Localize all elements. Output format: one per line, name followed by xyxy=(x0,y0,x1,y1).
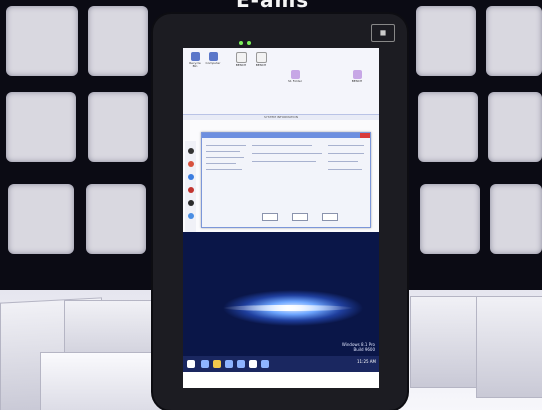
icon-label: Computer xyxy=(205,61,221,65)
wall-panel xyxy=(486,6,542,76)
os-watermark: Windows 8.1 Pro Build 9600 xyxy=(342,342,375,352)
property-line xyxy=(252,153,322,154)
wall-panel xyxy=(86,184,146,254)
tablet-screen[interactable]: Recycle Bin Computer BENCH BENCH S1 Fold… xyxy=(183,48,379,388)
folder-glyph xyxy=(290,70,300,79)
taskbar-clock: 11:25 AM xyxy=(357,359,376,364)
taskbar-app-icon[interactable] xyxy=(201,360,209,368)
folder-icon[interactable]: BENCH xyxy=(233,52,249,67)
tree-line xyxy=(206,169,242,170)
start-button-icon[interactable] xyxy=(187,360,195,368)
property-line xyxy=(328,153,364,154)
device-logo-icon: ◼ xyxy=(371,24,395,42)
property-line xyxy=(328,169,362,170)
taskbar-app-icon[interactable] xyxy=(225,360,233,368)
led-indicator xyxy=(239,41,243,45)
photo-scene: E-ams ◼ Recycle Bin Computer BENCH BENCH… xyxy=(0,0,542,410)
led-indicator xyxy=(247,41,251,45)
cancel-button[interactable] xyxy=(292,213,308,221)
network-icon[interactable] xyxy=(187,174,194,180)
property-line xyxy=(328,145,364,146)
folder-icon[interactable]: BENCH xyxy=(253,52,269,67)
icon-label: S1 Folder xyxy=(287,79,303,83)
back-icon[interactable] xyxy=(187,148,194,154)
ok-button[interactable] xyxy=(262,213,278,221)
apply-button[interactable] xyxy=(322,213,338,221)
settings-dialog[interactable] xyxy=(201,132,371,228)
explorer-title: SYSTEM INFORMATION xyxy=(183,115,379,120)
recycle-bin-icon[interactable]: Recycle Bin xyxy=(187,52,203,68)
file-glyph xyxy=(235,52,247,63)
security-icon[interactable] xyxy=(187,187,194,193)
property-line xyxy=(252,161,316,162)
tree-line xyxy=(206,151,240,152)
dialog-titlebar[interactable] xyxy=(202,133,370,138)
settings-icon[interactable] xyxy=(187,161,194,167)
devices-icon[interactable] xyxy=(187,213,194,219)
wall-panel xyxy=(6,92,76,162)
pen-icon[interactable] xyxy=(187,200,194,206)
wall-panel xyxy=(488,92,542,162)
tree-line xyxy=(206,145,246,146)
icon-label: BENCH xyxy=(255,63,267,67)
foam-block xyxy=(410,296,484,388)
tablet-device: ◼ Recycle Bin Computer BENCH BENCH S1 Fo… xyxy=(153,14,407,410)
property-line xyxy=(328,161,358,162)
icon-label: BENCH xyxy=(235,63,247,67)
recycle-bin-glyph xyxy=(190,52,200,61)
wall-panel xyxy=(418,92,478,162)
wall-panel xyxy=(88,92,148,162)
icon-label: BENCH xyxy=(351,79,363,83)
wall-panel xyxy=(88,6,148,76)
foam-block xyxy=(476,296,542,398)
taskbar-app-icon[interactable] xyxy=(261,360,269,368)
wall-panel xyxy=(416,6,476,76)
tree-line xyxy=(206,163,236,164)
desktop-wallpaper: Windows 8.1 Pro Build 9600 11:25 AM xyxy=(183,232,379,372)
wall-panel xyxy=(8,184,74,254)
desktop-area: Recycle Bin Computer BENCH BENCH S1 Fold… xyxy=(183,48,379,123)
file-explorer-icon[interactable] xyxy=(213,360,221,368)
tree-line xyxy=(206,157,244,158)
top-caption: E-ams xyxy=(236,0,310,12)
computer-glyph xyxy=(208,52,218,61)
watermark-line: Build 9600 xyxy=(353,347,376,352)
file-glyph xyxy=(255,52,267,63)
wall-panel xyxy=(6,6,78,76)
taskbar-app-icon[interactable] xyxy=(237,360,245,368)
taskbar-app-icon[interactable] xyxy=(249,360,257,368)
folder-glyph xyxy=(352,70,362,79)
wall-panel xyxy=(490,184,542,254)
computer-icon[interactable]: Computer xyxy=(205,52,221,65)
light-flare xyxy=(223,305,353,311)
folder-icon[interactable]: BENCH xyxy=(349,70,365,83)
folder-icon[interactable]: S1 Folder xyxy=(287,70,303,83)
taskbar: 11:25 AM xyxy=(183,356,379,372)
icon-label: Recycle Bin xyxy=(189,61,201,68)
status-leds xyxy=(239,30,255,49)
close-button[interactable] xyxy=(360,133,370,138)
wall-panel xyxy=(420,184,480,254)
property-line xyxy=(252,145,312,146)
